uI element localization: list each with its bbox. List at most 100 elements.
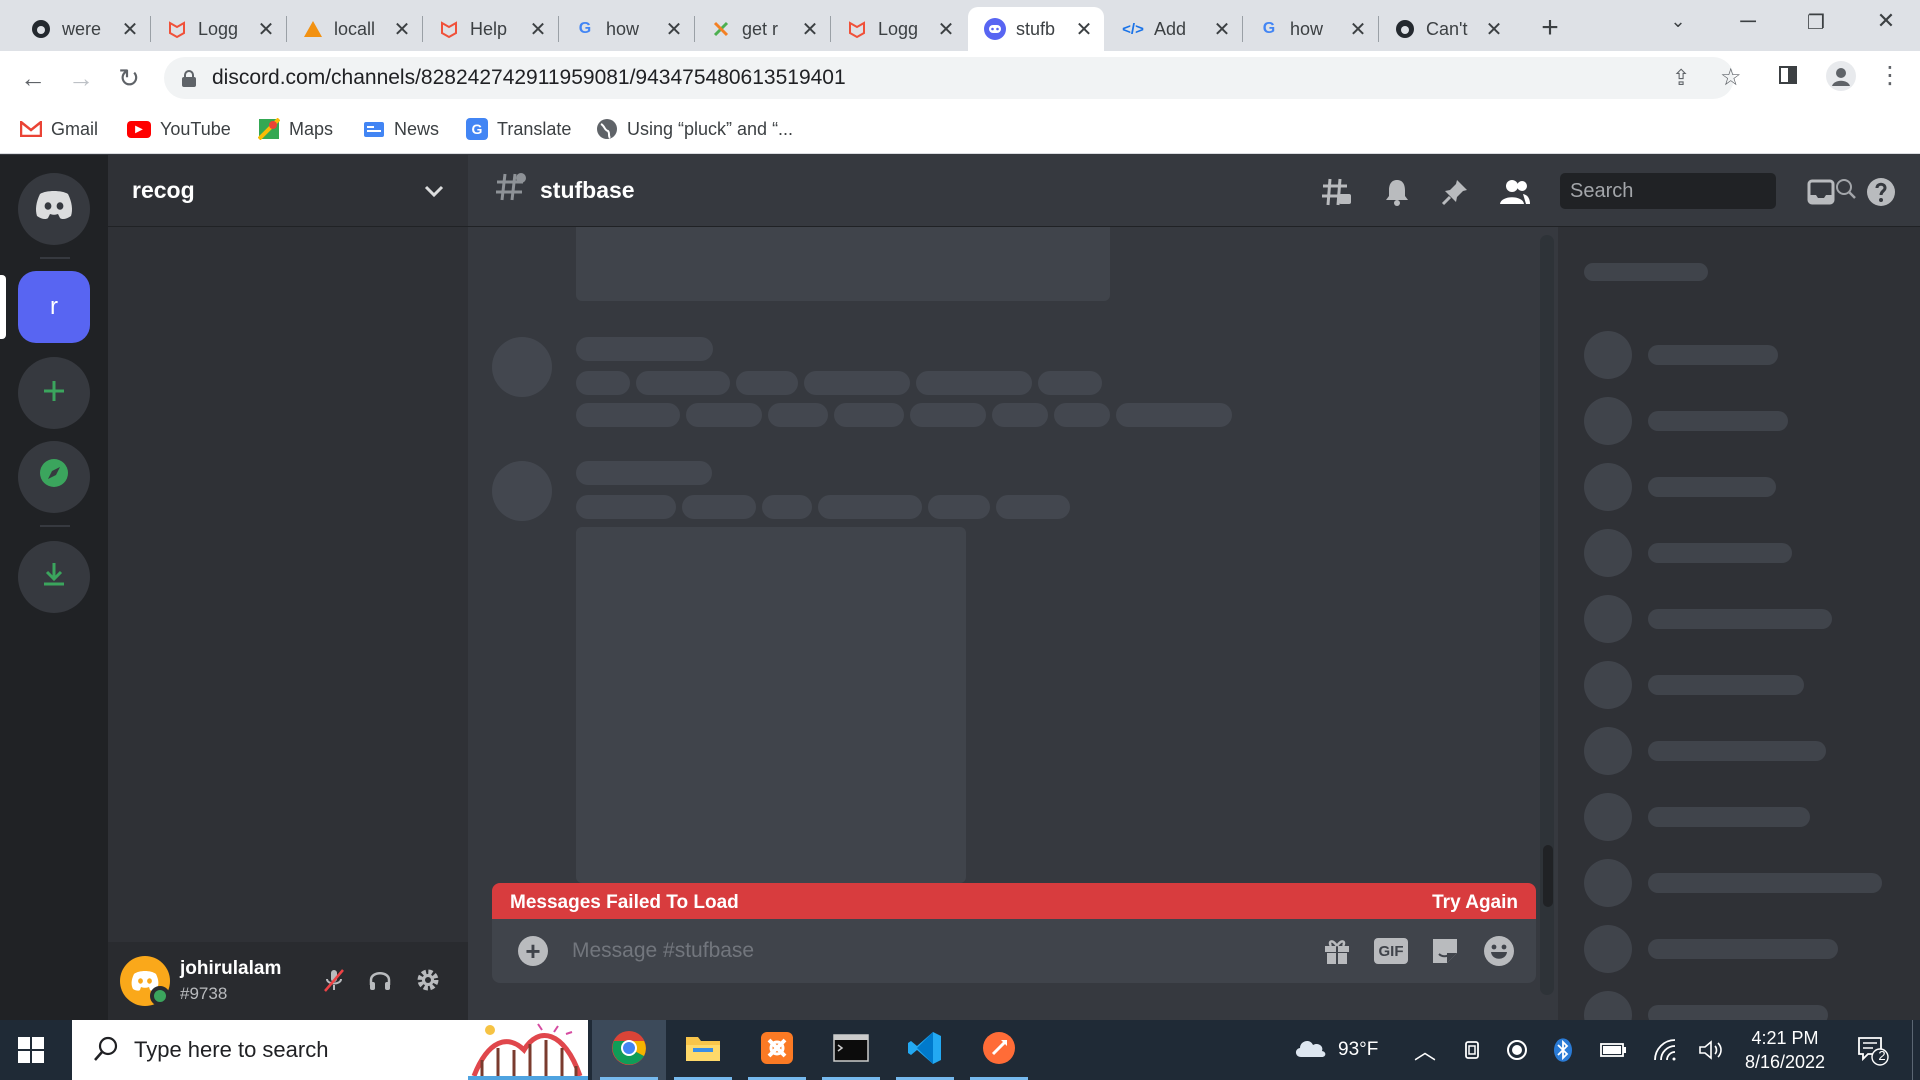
meet-now-icon[interactable] (1462, 1020, 1484, 1080)
minimize-icon[interactable]: ─ (1728, 8, 1768, 34)
close-icon[interactable]: ✕ (1484, 17, 1504, 42)
sticker-icon[interactable] (1428, 934, 1462, 968)
bookmark-news[interactable]: News (363, 115, 439, 143)
scrollbar-thumb[interactable] (1543, 845, 1553, 907)
add-server-button[interactable] (18, 357, 90, 429)
bookmark-maps[interactable]: Maps (258, 115, 333, 143)
browser-tab-active[interactable]: stufb ✕ (968, 7, 1104, 51)
mute-microphone-icon[interactable] (316, 962, 352, 998)
address-bar[interactable]: discord.com/channels/828242742911959081/… (164, 57, 1742, 99)
attach-plus-icon[interactable]: + (518, 936, 548, 966)
inbox-icon[interactable] (1804, 175, 1838, 209)
help-icon[interactable] (1864, 175, 1898, 209)
browser-tab[interactable]: locall ✕ (286, 7, 422, 51)
star-icon[interactable]: ☆ (1720, 63, 1742, 92)
windows-start-icon[interactable] (18, 1037, 44, 1063)
lock-icon[interactable] (182, 70, 196, 87)
close-icon[interactable]: ✕ (392, 17, 412, 42)
taskbar-chrome[interactable] (592, 1020, 666, 1080)
loading-placeholder (1054, 403, 1110, 427)
close-icon[interactable]: ✕ (528, 17, 548, 42)
close-icon[interactable]: ✕ (664, 17, 684, 42)
server-recog[interactable]: r (18, 271, 90, 343)
folder-icon (685, 1033, 721, 1068)
news-icon (363, 118, 385, 140)
emoji-icon[interactable] (1482, 934, 1516, 968)
loading-placeholder (1584, 793, 1632, 841)
search-bar[interactable] (1560, 173, 1856, 209)
search-input[interactable] (1570, 179, 1835, 203)
close-icon[interactable]: ✕ (256, 17, 276, 42)
browser-tab[interactable]: Logg ✕ (830, 7, 966, 51)
profile-icon[interactable] (1826, 61, 1856, 97)
close-icon[interactable]: ✕ (936, 17, 956, 42)
show-hidden-icons-chevron-up-icon[interactable]: ︿ (1414, 1020, 1436, 1080)
system-clock[interactable]: 4:21 PM 8/16/2022 (1710, 1026, 1860, 1074)
bluetooth-icon[interactable] (1554, 1020, 1572, 1080)
loading-placeholder (1648, 411, 1788, 431)
gif-button[interactable]: GIF (1374, 934, 1408, 968)
tab-title: how (1290, 18, 1324, 39)
gift-icon[interactable] (1320, 934, 1354, 968)
bookmark-youtube[interactable]: ▶ YouTube (127, 115, 231, 143)
browser-tab[interactable]: Logg ✕ (150, 7, 286, 51)
notification-bell-icon[interactable] (1380, 175, 1414, 209)
youtube-icon: ▶ (127, 120, 151, 138)
bookmark-translate[interactable]: G Translate (466, 115, 571, 143)
taskbar-file-explorer[interactable] (666, 1020, 740, 1080)
wifi-icon[interactable] (1652, 1020, 1678, 1080)
new-tab-button[interactable]: + (1534, 11, 1566, 45)
browser-tab[interactable]: G how ✕ (1242, 7, 1378, 51)
battery-icon[interactable] (1600, 1020, 1628, 1080)
bookmark-pluck[interactable]: Using “pluck” and “... (596, 115, 793, 143)
browser-tab[interactable]: were ✕ (14, 7, 150, 51)
loading-placeholder (1584, 595, 1632, 643)
back-icon[interactable]: ← (18, 63, 48, 94)
loading-placeholder (768, 403, 828, 427)
taskbar-xampp[interactable] (740, 1020, 814, 1080)
explore-servers-button[interactable] (18, 441, 90, 513)
taskbar-vscode[interactable] (888, 1020, 962, 1080)
discord-home-button[interactable] (18, 173, 90, 245)
side-panel-icon[interactable] (1778, 65, 1798, 91)
taskbar-postman[interactable] (962, 1020, 1036, 1080)
bookmark-label: Maps (289, 118, 334, 139)
bookmark-gmail[interactable]: Gmail (20, 115, 98, 143)
url-text[interactable]: discord.com/channels/828242742911959081/… (212, 66, 846, 90)
server-header[interactable]: recog (108, 155, 468, 227)
record-icon[interactable] (1506, 1020, 1528, 1080)
share-icon[interactable]: ⇪ (1672, 65, 1690, 91)
weather-widget[interactable]: 93°F (1292, 1020, 1378, 1080)
show-desktop-button[interactable] (1912, 1020, 1920, 1080)
member-list-icon[interactable] (1498, 175, 1532, 209)
headphones-icon[interactable] (362, 962, 398, 998)
browser-tab[interactable]: G how ✕ (558, 7, 694, 51)
browser-tab[interactable]: Help ✕ (422, 7, 558, 51)
chevron-down-icon[interactable] (424, 178, 444, 204)
tab-search-icon[interactable]: ⌄ (1658, 11, 1698, 32)
browser-tab[interactable]: </> Add ✕ (1106, 7, 1242, 51)
close-icon[interactable]: ✕ (1212, 17, 1232, 42)
notification-center-icon[interactable]: 2 (1856, 1020, 1890, 1080)
try-again-button[interactable]: Try Again (1432, 892, 1518, 914)
close-icon[interactable]: ✕ (800, 17, 820, 42)
browser-tab[interactable]: Can't ✕ (1378, 7, 1514, 51)
loading-placeholder (1584, 661, 1632, 709)
reload-icon[interactable]: ↻ (114, 63, 144, 94)
close-icon[interactable]: ✕ (1074, 17, 1094, 42)
menu-icon[interactable]: ⋮ (1878, 61, 1902, 90)
message-input[interactable] (572, 939, 1320, 963)
close-icon[interactable]: ✕ (1348, 17, 1368, 42)
search-icon[interactable] (1835, 178, 1857, 205)
download-apps-button[interactable] (18, 541, 90, 613)
forward-icon[interactable]: → (66, 63, 96, 94)
taskbar-search[interactable]: Type here to search (72, 1020, 588, 1080)
taskbar-terminal[interactable] (814, 1020, 888, 1080)
user-settings-gear-icon[interactable] (410, 962, 446, 998)
close-icon[interactable]: ✕ (120, 17, 140, 42)
browser-tab[interactable]: get r ✕ (694, 7, 830, 51)
restore-icon[interactable]: ❐ (1796, 10, 1836, 35)
threads-icon[interactable] (1320, 175, 1354, 209)
pinned-messages-icon[interactable] (1438, 175, 1472, 209)
window-close-icon[interactable]: ✕ (1866, 8, 1906, 34)
